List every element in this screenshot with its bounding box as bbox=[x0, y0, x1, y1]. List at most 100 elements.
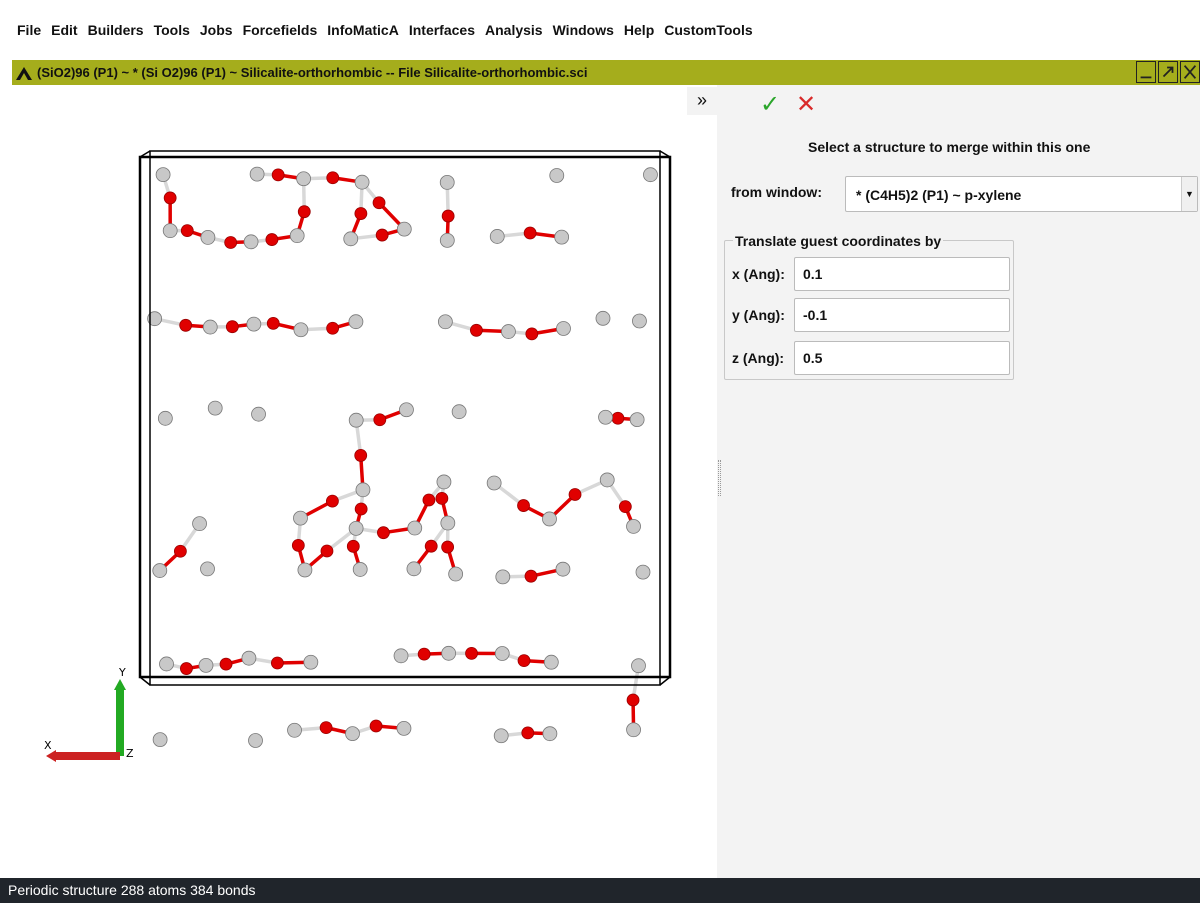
silicon-atom[interactable] bbox=[555, 561, 571, 577]
silicon-atom[interactable] bbox=[543, 654, 559, 670]
oxygen-atom[interactable] bbox=[326, 494, 339, 508]
oxygen-atom[interactable] bbox=[326, 171, 340, 185]
silicon-atom[interactable] bbox=[207, 400, 223, 416]
menu-edit[interactable]: Edit bbox=[46, 22, 82, 38]
oxygen-atom[interactable] bbox=[375, 228, 389, 242]
silicon-atom[interactable] bbox=[396, 720, 412, 736]
oxygen-atom[interactable] bbox=[523, 226, 537, 240]
silicon-atom[interactable] bbox=[287, 722, 302, 738]
oxygen-atom[interactable] bbox=[377, 526, 390, 540]
oxygen-atom[interactable] bbox=[517, 499, 530, 512]
silicon-atom[interactable] bbox=[556, 321, 571, 336]
silicon-atom[interactable] bbox=[406, 561, 422, 577]
oxygen-atom[interactable] bbox=[424, 539, 438, 553]
silicon-atom[interactable] bbox=[293, 322, 309, 338]
silicon-atom[interactable] bbox=[549, 168, 565, 183]
accept-icon[interactable]: ✓ bbox=[760, 90, 780, 119]
silicon-atom[interactable] bbox=[437, 314, 453, 330]
silicon-atom[interactable] bbox=[246, 316, 262, 332]
oxygen-atom[interactable] bbox=[373, 413, 387, 427]
silicon-atom[interactable] bbox=[440, 515, 456, 531]
silicon-atom[interactable] bbox=[243, 234, 259, 250]
oxygen-atom[interactable] bbox=[346, 539, 360, 553]
menu-builders[interactable]: Builders bbox=[83, 22, 149, 38]
oxygen-atom[interactable] bbox=[422, 493, 436, 507]
oxygen-atom[interactable] bbox=[441, 209, 455, 223]
silicon-atom[interactable] bbox=[303, 654, 319, 670]
silicon-atom[interactable] bbox=[200, 561, 215, 577]
oxygen-atom[interactable] bbox=[568, 488, 582, 501]
silicon-atom[interactable] bbox=[297, 562, 313, 578]
menu-interfaces[interactable]: Interfaces bbox=[404, 22, 480, 38]
silicon-atom[interactable] bbox=[486, 475, 502, 491]
silicon-atom[interactable] bbox=[241, 650, 257, 666]
silicon-atom[interactable] bbox=[348, 314, 364, 330]
oxygen-atom[interactable] bbox=[354, 502, 368, 516]
from-window-select[interactable]: * (C4H5)2 (P1) ~ p-xylene ▼ bbox=[845, 176, 1198, 212]
cancel-icon[interactable]: ✕ bbox=[796, 90, 816, 119]
oxygen-atom[interactable] bbox=[435, 491, 449, 505]
silicon-atom[interactable] bbox=[441, 645, 457, 661]
silicon-atom[interactable] bbox=[155, 167, 171, 183]
silicon-atom[interactable] bbox=[554, 229, 570, 245]
oxygen-atom[interactable] bbox=[319, 721, 333, 735]
oxygen-atom[interactable] bbox=[369, 719, 383, 733]
oxygen-atom[interactable] bbox=[270, 656, 284, 670]
silicon-atom[interactable] bbox=[348, 520, 364, 536]
silicon-atom[interactable] bbox=[635, 564, 651, 580]
silicon-atom[interactable] bbox=[198, 657, 214, 673]
silicon-atom[interactable] bbox=[393, 648, 409, 664]
oxygen-atom[interactable] bbox=[417, 647, 431, 661]
z-input[interactable] bbox=[794, 341, 1010, 375]
splitter-handle[interactable] bbox=[718, 460, 721, 496]
silicon-atom[interactable] bbox=[343, 231, 359, 247]
oxygen-atom[interactable] bbox=[225, 320, 239, 334]
menu-file[interactable]: File bbox=[12, 22, 46, 38]
silicon-atom[interactable] bbox=[202, 319, 218, 335]
silicon-atom[interactable] bbox=[399, 402, 414, 418]
silicon-atom[interactable] bbox=[501, 324, 516, 339]
silicon-atom[interactable] bbox=[200, 230, 216, 245]
undock-icon[interactable] bbox=[1158, 61, 1178, 83]
silicon-atom[interactable] bbox=[348, 412, 364, 428]
molecule-viewer[interactable]: Y X Z bbox=[12, 85, 717, 878]
silicon-atom[interactable] bbox=[629, 412, 645, 428]
y-input[interactable] bbox=[794, 298, 1010, 332]
menu-customtools[interactable]: CustomTools bbox=[659, 22, 757, 38]
oxygen-atom[interactable] bbox=[524, 569, 538, 583]
silicon-atom[interactable] bbox=[542, 511, 557, 527]
menu-infomatica[interactable]: InfoMaticA bbox=[322, 22, 404, 38]
menu-tools[interactable]: Tools bbox=[149, 22, 195, 38]
silicon-atom[interactable] bbox=[599, 472, 615, 488]
silicon-atom[interactable] bbox=[157, 410, 173, 426]
silicon-atom[interactable] bbox=[354, 174, 370, 190]
silicon-atom[interactable] bbox=[159, 656, 174, 672]
oxygen-atom[interactable] bbox=[517, 654, 531, 668]
silicon-atom[interactable] bbox=[436, 474, 452, 490]
menu-windows[interactable]: Windows bbox=[548, 22, 619, 38]
silicon-atom[interactable] bbox=[293, 510, 308, 526]
oxygen-atom[interactable] bbox=[521, 726, 535, 740]
menu-help[interactable]: Help bbox=[619, 22, 659, 38]
oxygen-atom[interactable] bbox=[173, 544, 187, 558]
oxygen-atom[interactable] bbox=[179, 318, 193, 332]
x-input[interactable] bbox=[794, 257, 1010, 291]
silicon-atom[interactable] bbox=[152, 732, 168, 748]
silicon-atom[interactable] bbox=[493, 728, 509, 744]
silicon-atom[interactable] bbox=[152, 563, 168, 578]
oxygen-atom[interactable] bbox=[266, 316, 280, 330]
silicon-atom[interactable] bbox=[345, 726, 360, 742]
silicon-atom[interactable] bbox=[542, 726, 558, 742]
oxygen-atom[interactable] bbox=[470, 323, 483, 337]
silicon-atom[interactable] bbox=[439, 175, 455, 190]
oxygen-atom[interactable] bbox=[525, 327, 539, 341]
silicon-atom[interactable] bbox=[439, 232, 455, 248]
silicon-atom[interactable] bbox=[631, 658, 646, 674]
menu-forcefields[interactable]: Forcefields bbox=[238, 22, 323, 38]
silicon-atom[interactable] bbox=[598, 409, 613, 425]
oxygen-atom[interactable] bbox=[626, 693, 640, 707]
oxygen-atom[interactable] bbox=[297, 205, 311, 219]
silicon-atom[interactable] bbox=[595, 310, 611, 326]
silicon-atom[interactable] bbox=[626, 519, 641, 534]
oxygen-atom[interactable] bbox=[326, 321, 340, 335]
